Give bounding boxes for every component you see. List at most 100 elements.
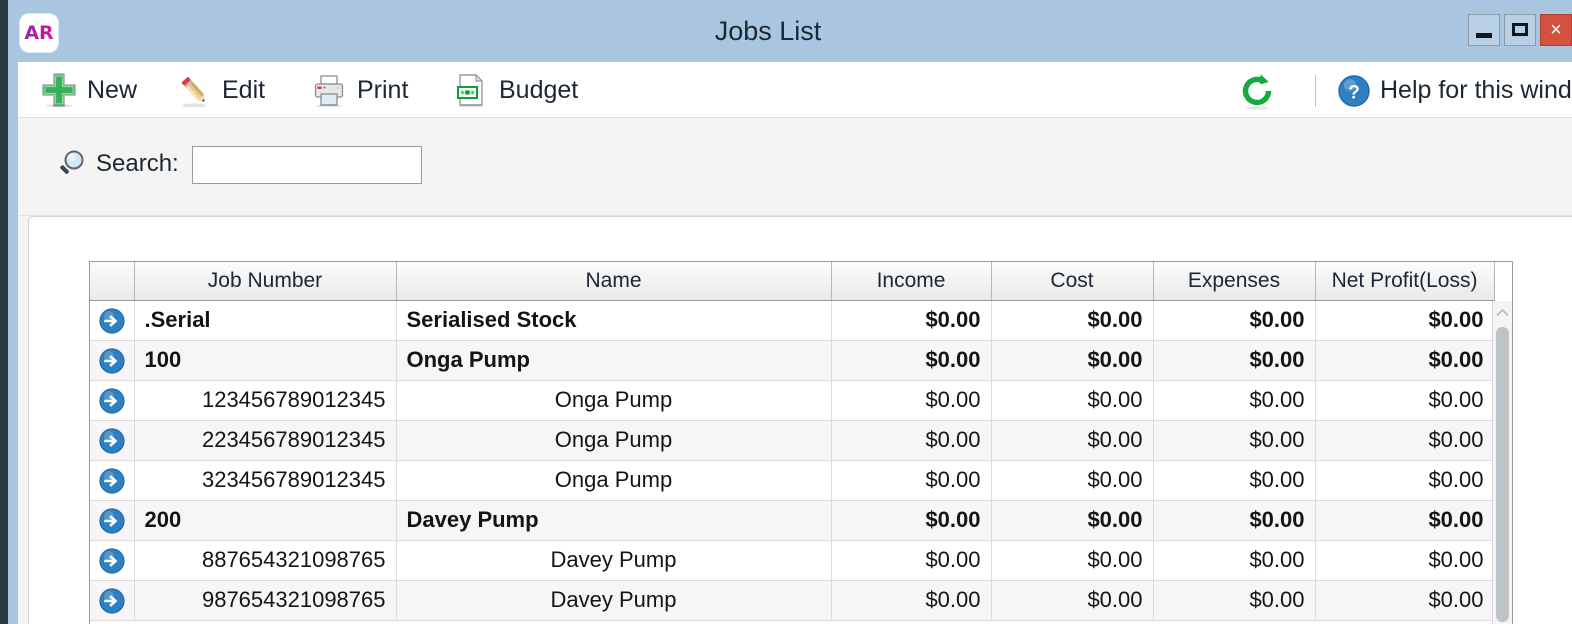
cell-income: $0.00 xyxy=(831,580,992,621)
cell-net-profit: $0.00 xyxy=(1315,300,1495,341)
cell-job-number: 100 xyxy=(134,340,397,381)
window-controls: × xyxy=(1468,14,1572,46)
refresh-icon xyxy=(1237,71,1275,110)
blue-arrow-right-icon[interactable] xyxy=(99,346,125,374)
printer-icon xyxy=(312,73,346,108)
row-indicator-cell[interactable] xyxy=(90,500,135,541)
title-bar: AR Jobs List × xyxy=(18,0,1572,62)
new-button[interactable]: New xyxy=(38,62,141,118)
cell-net-profit: $0.00 xyxy=(1315,340,1495,381)
cell-cost: $0.00 xyxy=(991,580,1154,621)
column-header-expenses[interactable]: Expenses xyxy=(1153,262,1316,301)
row-indicator-cell[interactable] xyxy=(90,540,135,581)
magnifier-icon xyxy=(56,148,88,180)
cell-expenses: $0.00 xyxy=(1153,340,1316,381)
row-indicator-cell[interactable] xyxy=(90,580,135,621)
blue-arrow-right-icon[interactable] xyxy=(99,506,125,534)
cell-income: $0.00 xyxy=(831,300,992,341)
scroll-up-arrow-icon[interactable] xyxy=(1493,301,1512,323)
cell-job-number: 323456789012345 xyxy=(134,460,397,501)
table-row[interactable]: 887654321098765 Davey Pump $0.00 $0.00 $0.00… xyxy=(90,540,1495,581)
cell-income: $0.00 xyxy=(831,420,992,461)
grid-vertical-scrollbar[interactable] xyxy=(1492,301,1512,624)
cell-job-number: 223456789012345 xyxy=(134,420,397,461)
column-header-net-profit[interactable]: Net Profit(Loss) xyxy=(1315,262,1495,301)
column-header-cost[interactable]: Cost xyxy=(991,262,1154,301)
help-icon: ? xyxy=(1337,74,1370,107)
cell-name: Davey Pump xyxy=(396,580,832,621)
budget-document-icon xyxy=(454,73,488,108)
row-indicator-cell[interactable] xyxy=(90,420,135,461)
plus-icon xyxy=(42,73,76,108)
cell-job-number: 200 xyxy=(134,500,397,541)
scroll-thumb[interactable] xyxy=(1496,327,1509,622)
minimize-button[interactable] xyxy=(1468,14,1500,46)
budget-button[interactable]: Budget xyxy=(450,62,582,118)
cell-expenses: $0.00 xyxy=(1153,380,1316,421)
cell-name: Onga Pump xyxy=(396,380,832,421)
cell-income: $0.00 xyxy=(831,460,992,501)
jobs-list-window: AR Jobs List × New Edit Print Budget ? H… xyxy=(0,0,1572,624)
cell-name: Onga Pump xyxy=(396,420,832,461)
cell-cost: $0.00 xyxy=(991,500,1154,541)
table-row[interactable]: 987654321098765 Davey Pump $0.00 $0.00 $0.00… xyxy=(90,580,1495,621)
cell-name: Serialised Stock xyxy=(396,300,832,341)
svg-text:?: ? xyxy=(1348,83,1360,104)
cell-name: Onga Pump xyxy=(396,340,832,381)
refresh-button[interactable] xyxy=(1233,62,1279,118)
table-row[interactable]: 100 Onga Pump $0.00 $0.00 $0.00 $0.00 xyxy=(90,340,1495,381)
blue-arrow-right-icon[interactable] xyxy=(99,386,125,414)
edit-button-label: Edit xyxy=(222,75,266,104)
jobs-table: Job Number Name Income Cost Expenses Net… xyxy=(90,262,1495,621)
blue-arrow-right-icon[interactable] xyxy=(99,426,125,454)
table-header-row: Job Number Name Income Cost Expenses Net… xyxy=(90,262,1495,301)
column-header-indicator[interactable] xyxy=(90,262,135,301)
content-panel: Job Number Name Income Cost Expenses Net… xyxy=(28,216,1572,624)
cell-expenses: $0.00 xyxy=(1153,420,1316,461)
print-button-label: Print xyxy=(357,75,409,104)
help-button[interactable]: ? Help for this window xyxy=(1333,62,1572,118)
search-input[interactable] xyxy=(192,146,422,184)
blue-arrow-right-icon[interactable] xyxy=(99,586,125,614)
print-button[interactable]: Print xyxy=(308,62,412,118)
row-indicator-cell[interactable] xyxy=(90,380,135,421)
cell-cost: $0.00 xyxy=(991,540,1154,581)
cell-net-profit: $0.00 xyxy=(1315,420,1495,461)
cell-income: $0.00 xyxy=(831,540,992,581)
help-button-label: Help for this window xyxy=(1380,75,1572,104)
table-row[interactable]: .Serial Serialised Stock $0.00 $0.00 $0.00 $0… xyxy=(90,300,1495,341)
blue-arrow-right-icon[interactable] xyxy=(99,546,125,574)
column-header-job-number[interactable]: Job Number xyxy=(134,262,397,301)
window-title: Jobs List xyxy=(714,16,822,46)
row-indicator-cell[interactable] xyxy=(90,300,135,341)
blue-arrow-right-icon[interactable] xyxy=(99,306,125,334)
toolbar-separator xyxy=(1315,75,1316,107)
cell-cost: $0.00 xyxy=(991,300,1154,341)
cell-net-profit: $0.00 xyxy=(1315,460,1495,501)
column-header-name[interactable]: Name xyxy=(396,262,832,301)
table-row[interactable]: 323456789012345 Onga Pump $0.00 $0.00 $0.00 $… xyxy=(90,460,1495,501)
table-row[interactable]: 200 Davey Pump $0.00 $0.00 $0.00 $0.00 xyxy=(90,500,1495,541)
cell-net-profit: $0.00 xyxy=(1315,580,1495,621)
column-header-income[interactable]: Income xyxy=(831,262,992,301)
cell-net-profit: $0.00 xyxy=(1315,540,1495,581)
close-button[interactable]: × xyxy=(1540,14,1572,46)
cell-expenses: $0.00 xyxy=(1153,580,1316,621)
cell-name: Onga Pump xyxy=(396,460,832,501)
jobs-grid: Job Number Name Income Cost Expenses Net… xyxy=(89,261,1513,624)
maximize-button[interactable] xyxy=(1504,14,1536,46)
row-indicator-cell[interactable] xyxy=(90,340,135,381)
table-body: .Serial Serialised Stock $0.00 $0.00 $0.00 $0… xyxy=(90,300,1495,621)
cell-cost: $0.00 xyxy=(991,420,1154,461)
cell-name: Davey Pump xyxy=(396,540,832,581)
table-row[interactable]: 223456789012345 Onga Pump $0.00 $0.00 $0.00 $… xyxy=(90,420,1495,461)
table-row[interactable]: 123456789012345 Onga Pump $0.00 $0.00 $0.00 $… xyxy=(90,380,1495,421)
search-label: Search: xyxy=(96,150,179,177)
cell-job-number: 887654321098765 xyxy=(134,540,397,581)
cell-name: Davey Pump xyxy=(396,500,832,541)
cell-expenses: $0.00 xyxy=(1153,300,1316,341)
cell-income: $0.00 xyxy=(831,340,992,381)
edit-button[interactable]: Edit xyxy=(173,62,269,118)
row-indicator-cell[interactable] xyxy=(90,460,135,501)
blue-arrow-right-icon[interactable] xyxy=(99,466,125,494)
